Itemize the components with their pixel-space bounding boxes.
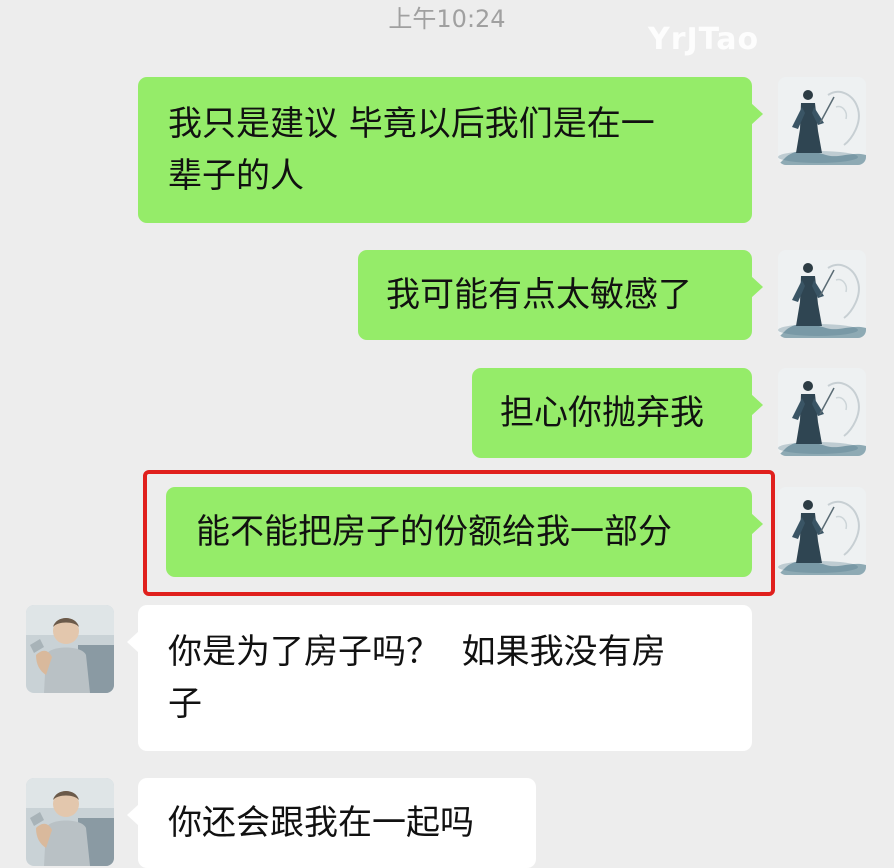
my-avatar[interactable] xyxy=(778,487,866,575)
watermark-logo: YrJTao xyxy=(648,22,760,57)
chat-bubble-received[interactable]: 你还会跟我在一起吗 xyxy=(127,778,536,868)
message-text: 担心你抛弃我 xyxy=(500,393,704,433)
chat-bubble-sent[interactable]: 我可能有点太敏感了 xyxy=(358,250,763,340)
ink-painting-swordsman-icon xyxy=(778,487,866,575)
chat-bubble-sent[interactable]: 我只是建议 毕竟以后我们是在一 辈子的人 xyxy=(138,77,763,223)
message-text-line: 你是为了房子吗？ 如果我没有房 xyxy=(168,632,666,672)
message-text-line: 辈子的人 xyxy=(168,156,304,196)
chat-bubble-received[interactable]: 你是为了房子吗？ 如果我没有房 子 xyxy=(127,605,752,751)
ink-painting-swordsman-icon xyxy=(778,250,866,338)
chat-bubble-sent[interactable]: 担心你抛弃我 xyxy=(472,368,763,458)
red-highlight-box xyxy=(143,470,775,596)
my-avatar[interactable] xyxy=(778,77,866,165)
contact-avatar[interactable] xyxy=(26,605,114,693)
message-text: 我可能有点太敏感了 xyxy=(386,275,692,315)
ink-painting-swordsman-icon xyxy=(778,77,866,165)
child-photo-icon xyxy=(26,605,114,693)
message-text-line: 子 xyxy=(168,684,202,724)
child-photo-icon xyxy=(26,778,114,866)
my-avatar[interactable] xyxy=(778,368,866,456)
message-timestamp: 上午10:24 xyxy=(388,5,506,33)
contact-avatar[interactable] xyxy=(26,778,114,866)
message-text: 你还会跟我在一起吗 xyxy=(168,803,474,843)
my-avatar[interactable] xyxy=(778,250,866,338)
ink-painting-swordsman-icon xyxy=(778,368,866,456)
message-text-line: 我只是建议 毕竟以后我们是在一 xyxy=(168,104,655,144)
